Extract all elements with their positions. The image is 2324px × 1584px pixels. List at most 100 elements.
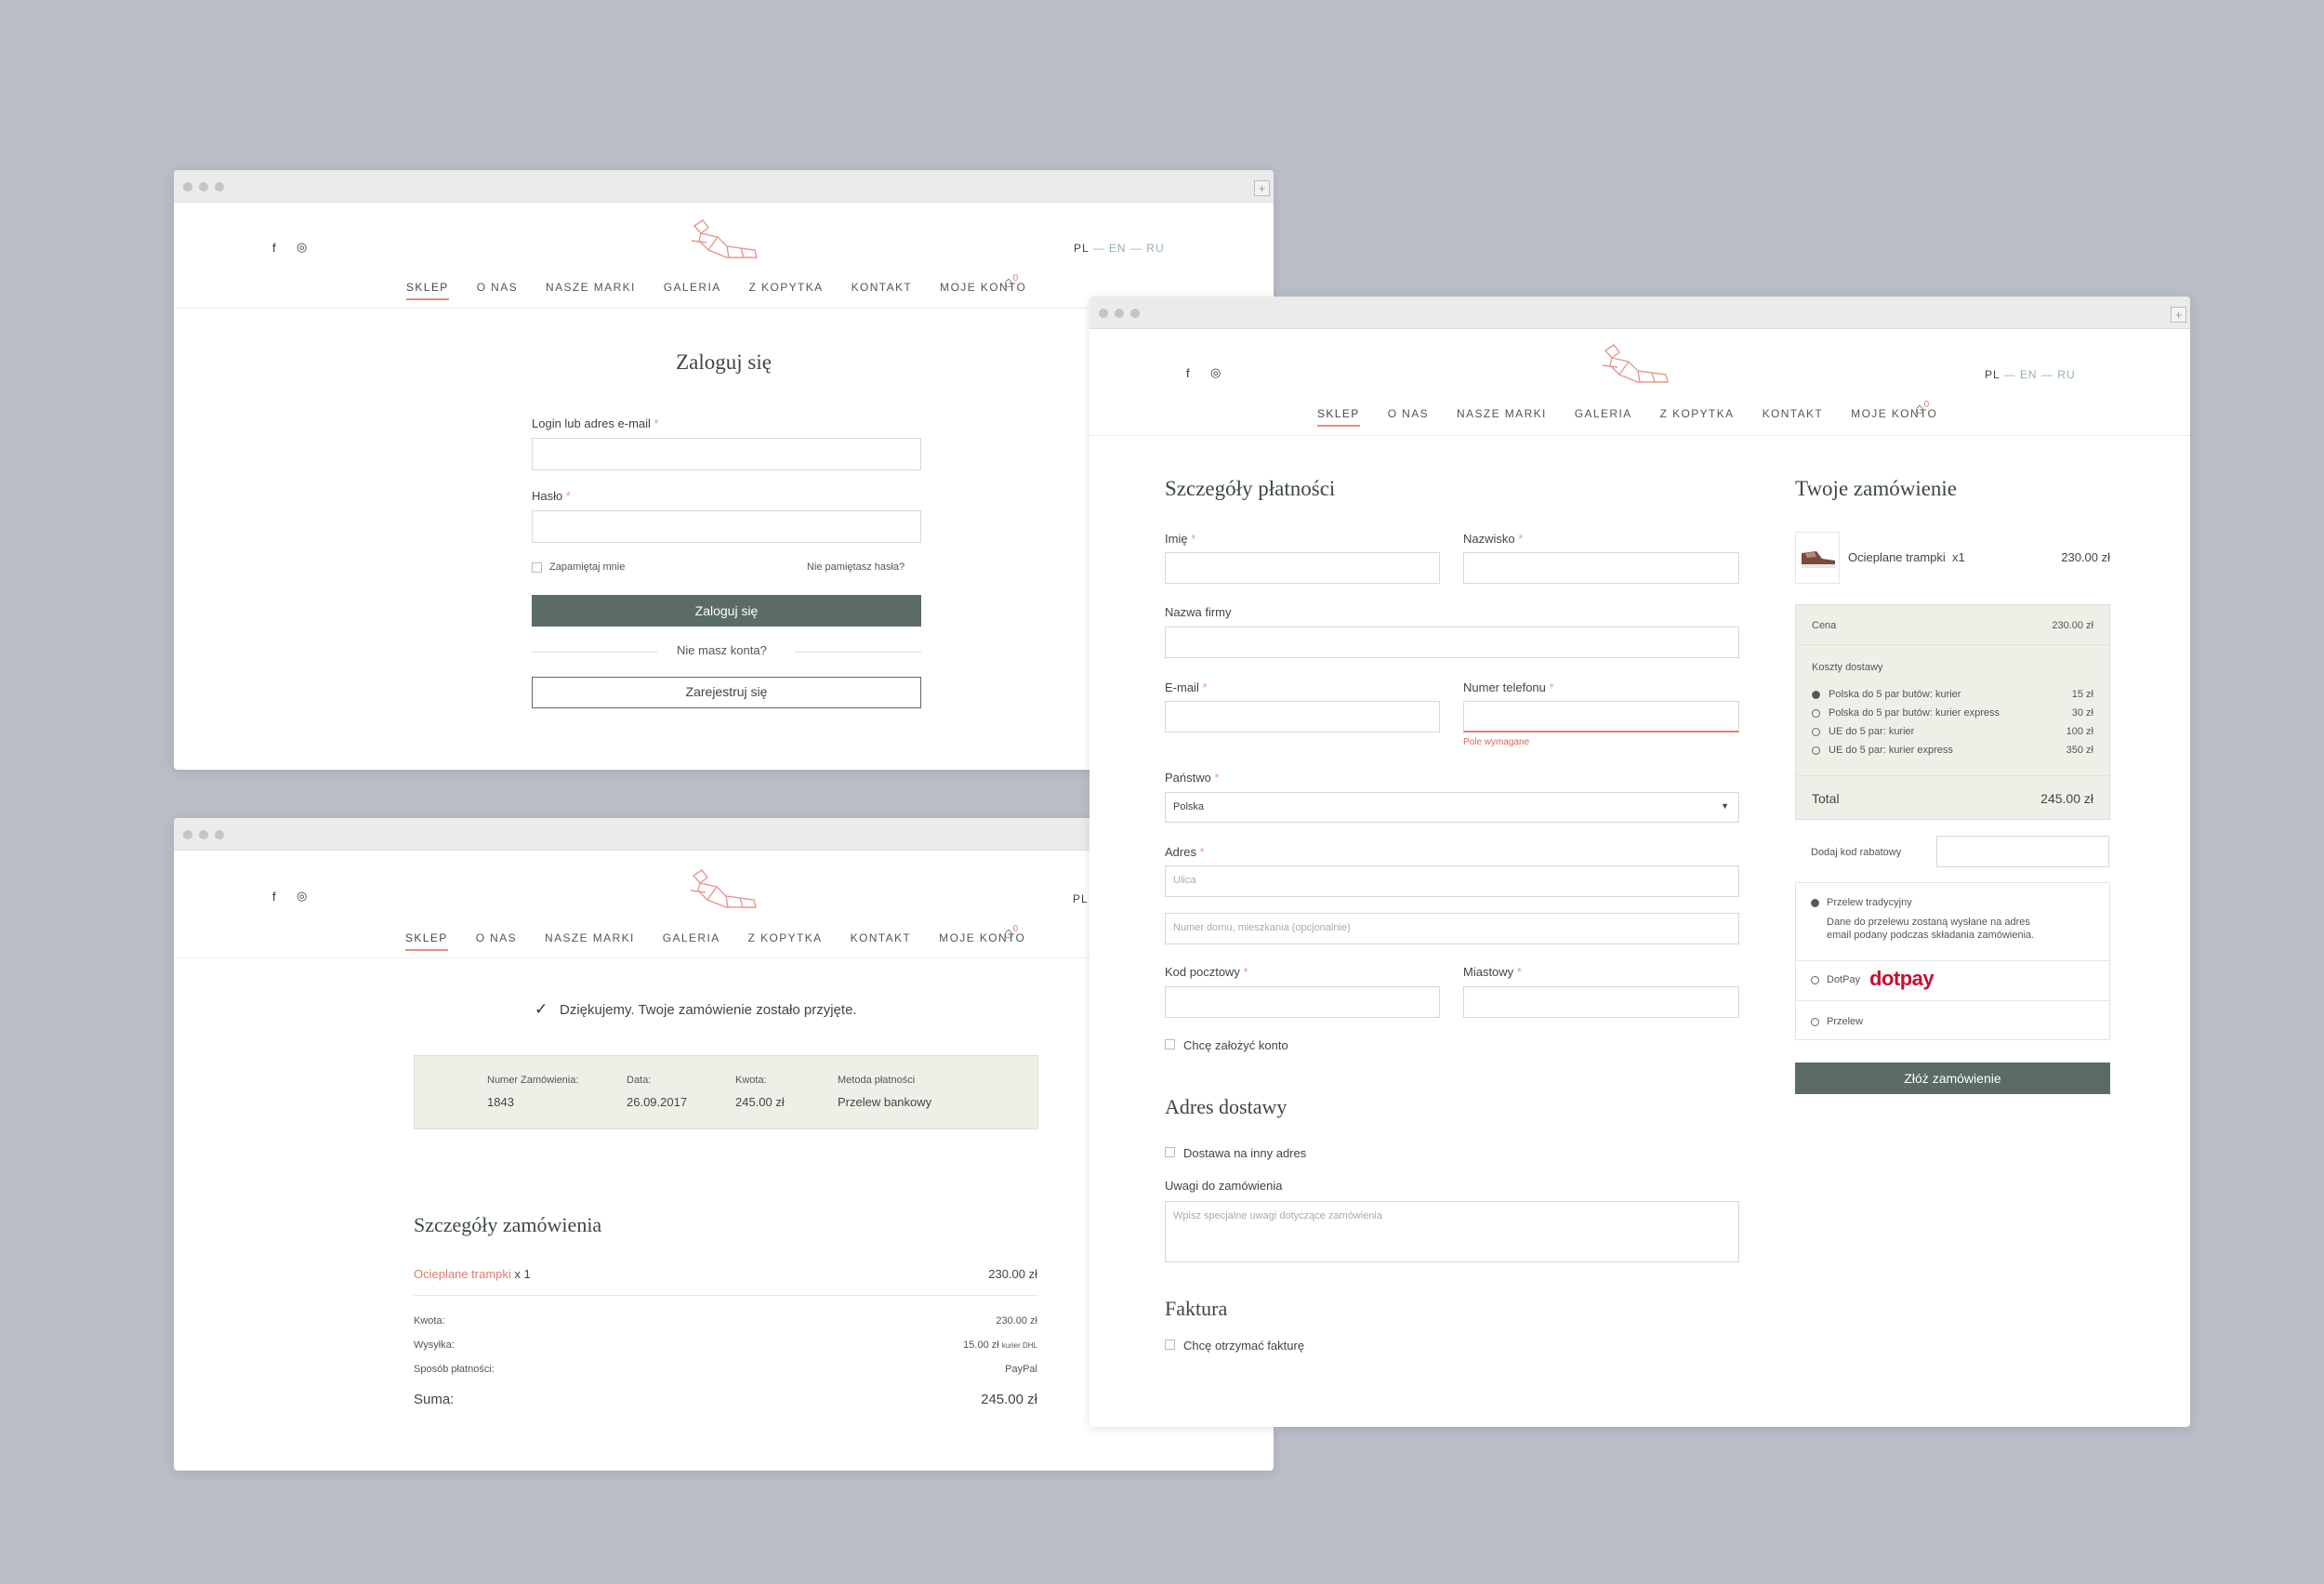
house-number-input[interactable]: Numer domu, mieszkania (opcjonalnie) <box>1165 913 1739 944</box>
window-dot[interactable] <box>199 830 208 839</box>
shipping-radio[interactable] <box>1812 709 1820 718</box>
main-nav: SKLEP O NAS NASZE MARKI GALERIA Z KOPYTK… <box>406 281 1026 300</box>
total-label: Suma: <box>414 1392 455 1407</box>
phone-input[interactable] <box>1463 701 1739 733</box>
lang-en[interactable]: EN <box>1109 242 1127 255</box>
email-input[interactable] <box>1165 701 1440 733</box>
total-value: 245.00 zł <box>981 1392 1037 1407</box>
instagram-icon[interactable]: ◎ <box>297 240 307 255</box>
lang-en[interactable]: EN <box>2020 368 2038 381</box>
city-input[interactable] <box>1463 986 1739 1018</box>
window-dot[interactable] <box>183 182 192 191</box>
first-name-label: Imię * <box>1165 532 1196 546</box>
register-button[interactable]: Zarejestruj się <box>532 677 921 708</box>
nav-z-kopytka[interactable]: Z KOPYTKA <box>748 931 823 951</box>
lang-pl[interactable]: PL <box>1985 368 2000 381</box>
nav-o-nas[interactable]: O NAS <box>1388 407 1429 427</box>
nav-o-nas[interactable]: O NAS <box>476 931 517 951</box>
cart-icon[interactable]: ⌂0 <box>1004 924 1018 942</box>
summary-label: Numer Zamówienia: <box>487 1075 579 1086</box>
window-dot[interactable] <box>199 182 208 191</box>
nav-sklep[interactable]: SKLEP <box>405 931 448 951</box>
instagram-icon[interactable]: ◎ <box>297 889 307 904</box>
lang-pl[interactable]: PL <box>1074 242 1089 255</box>
shipping-note: kurier DHL <box>1001 1341 1037 1350</box>
payment-radio[interactable] <box>1811 976 1819 984</box>
summary-label: Kwota: <box>735 1075 767 1086</box>
new-tab-icon[interactable]: + <box>2171 307 2186 323</box>
nav-kontakt[interactable]: KONTAKT <box>1763 407 1824 427</box>
nav-z-kopytka[interactable]: Z KOPYTKA <box>1660 407 1735 427</box>
nav-z-kopytka[interactable]: Z KOPYTKA <box>749 281 824 300</box>
login-input[interactable] <box>532 438 921 470</box>
nav-kontakt[interactable]: KONTAKT <box>852 281 913 300</box>
label-text: Numer telefonu <box>1463 680 1546 694</box>
create-account-checkbox[interactable] <box>1165 1039 1175 1049</box>
street-input[interactable]: Ulica <box>1165 865 1739 897</box>
order-details-title: Szczegóły zamówienia <box>414 1213 602 1236</box>
nav-o-nas[interactable]: O NAS <box>477 281 518 300</box>
nav-galeria[interactable]: GALERIA <box>663 931 720 951</box>
new-tab-icon[interactable]: + <box>1254 180 1270 196</box>
facebook-icon[interactable]: f <box>272 890 276 904</box>
company-input[interactable] <box>1165 627 1739 658</box>
payment-radio[interactable] <box>1811 899 1819 907</box>
payment-transfer-desc: Dane do przelewu zostaną wysłane na adre… <box>1827 917 2030 928</box>
shipping-radio[interactable] <box>1812 746 1820 755</box>
window-dot[interactable] <box>1099 309 1108 318</box>
remember-checkbox[interactable] <box>532 562 542 573</box>
lang-ru[interactable]: RU <box>1146 242 1164 255</box>
window-dot[interactable] <box>215 182 224 191</box>
shipping-option: UE do 5 par: kurier <box>1829 726 1915 737</box>
cart-icon[interactable]: ⌂0 <box>1915 400 1929 417</box>
shipping-radio[interactable] <box>1812 728 1820 736</box>
total-label: Total <box>1812 791 1840 806</box>
first-name-input[interactable] <box>1165 552 1440 584</box>
logo-shoe-icon[interactable] <box>1601 343 1670 388</box>
forgot-password-link[interactable]: Nie pamiętasz hasła? <box>807 561 905 573</box>
coupon-input[interactable] <box>1936 836 2109 867</box>
country-select[interactable]: Polska ▼ <box>1165 792 1739 823</box>
window-dot[interactable] <box>215 830 224 839</box>
facebook-icon[interactable]: f <box>1186 366 1190 380</box>
last-name-input[interactable] <box>1463 552 1739 584</box>
remember-label: Zapamiętaj mnie <box>549 561 626 573</box>
postcode-input[interactable] <box>1165 986 1440 1018</box>
nav-galeria[interactable]: GALERIA <box>664 281 721 300</box>
price-value: 230.00 zł <box>2052 620 2093 631</box>
lang-ru[interactable]: RU <box>2057 368 2075 381</box>
billing-title: Szczegóły płatności <box>1165 477 1336 500</box>
window-dot[interactable] <box>1115 309 1124 318</box>
nav-nasze-marki[interactable]: NASZE MARKI <box>546 281 636 300</box>
cart-icon[interactable]: ⌂0 <box>1004 273 1018 291</box>
nav-galeria[interactable]: GALERIA <box>1575 407 1632 427</box>
place-order-button[interactable]: Złóż zamówienie <box>1795 1063 2110 1094</box>
lang-pl[interactable]: PL <box>1073 892 1089 905</box>
instagram-icon[interactable]: ◎ <box>1210 365 1221 380</box>
label-text: Kod pocztowy <box>1165 965 1240 979</box>
nav-nasze-marki[interactable]: NASZE MARKI <box>545 931 635 951</box>
country-label: Państwo * <box>1165 771 1220 785</box>
nav-nasze-marki[interactable]: NASZE MARKI <box>1457 407 1547 427</box>
payment-radio[interactable] <box>1811 1018 1819 1026</box>
password-input[interactable] <box>532 510 921 543</box>
nav-kontakt[interactable]: KONTAKT <box>851 931 912 951</box>
notes-textarea[interactable]: Wpisz specjalne uwagi dotyczące zamówien… <box>1165 1201 1739 1262</box>
window-dot[interactable] <box>183 830 192 839</box>
product-qty: x 1 <box>510 1267 531 1281</box>
invoice-checkbox[interactable] <box>1165 1340 1175 1350</box>
logo-shoe-icon[interactable] <box>689 868 759 913</box>
window-dot[interactable] <box>1130 309 1140 318</box>
facebook-icon[interactable]: f <box>272 241 276 255</box>
product-thumbnail[interactable] <box>1795 532 1840 584</box>
logo-shoe-icon[interactable] <box>690 218 759 263</box>
nav-sklep[interactable]: SKLEP <box>1317 407 1360 427</box>
label-text: Nazwisko <box>1463 532 1515 546</box>
lang-separator: — <box>2040 368 2053 381</box>
product-link[interactable]: Ocieplane trampki <box>414 1267 511 1281</box>
divider <box>795 652 921 653</box>
login-button[interactable]: Zaloguj się <box>532 595 921 627</box>
shipping-radio[interactable] <box>1812 691 1820 699</box>
ship-other-checkbox[interactable] <box>1165 1147 1175 1157</box>
nav-sklep[interactable]: SKLEP <box>406 281 449 300</box>
